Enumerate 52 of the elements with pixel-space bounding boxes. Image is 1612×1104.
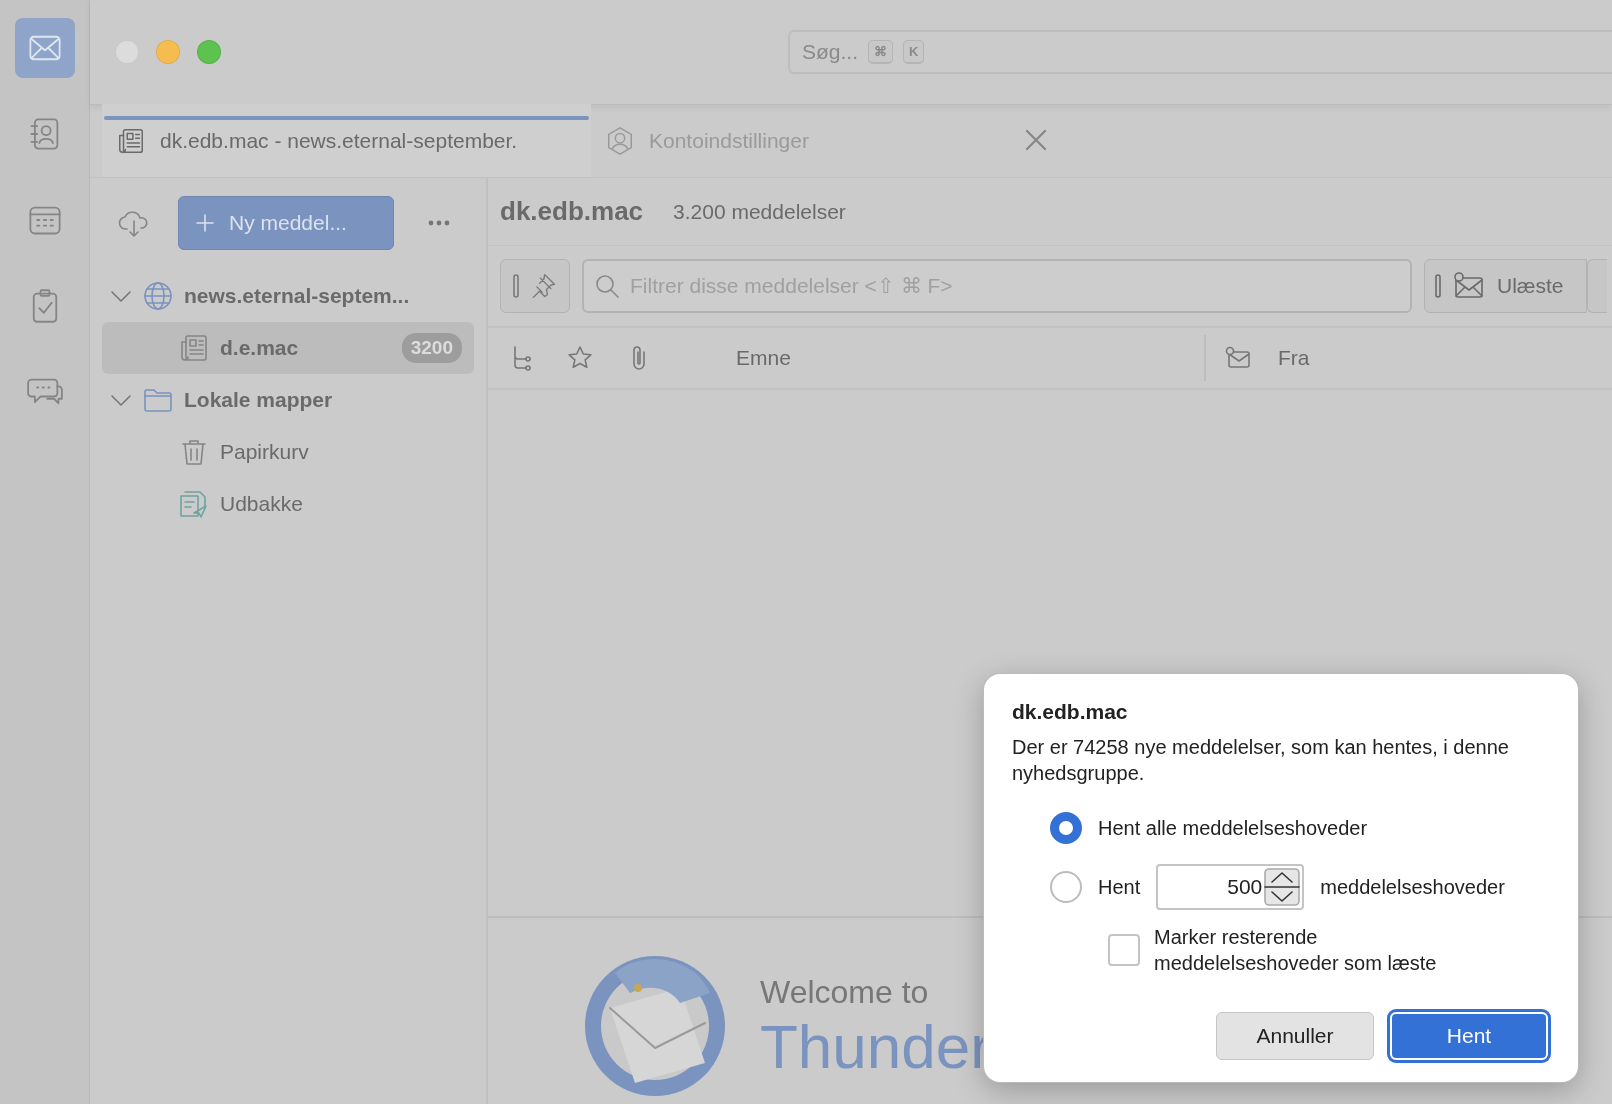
message-count: 3.200 meddelelser <box>673 198 846 225</box>
globe-icon <box>142 280 174 312</box>
column-header[interactable]: Emne <box>736 335 1206 381</box>
folder-row[interactable]: Udbakke <box>102 478 474 530</box>
option-label: Hent <box>1098 874 1141 900</box>
folder-name: news.eternal-septem... <box>184 283 410 310</box>
mail-icon <box>1453 272 1485 300</box>
unread-filter-button[interactable]: Ulæste <box>1424 259 1587 313</box>
folder-row[interactable]: news.eternal-septem... <box>102 270 474 322</box>
spinner-icon[interactable] <box>1264 867 1301 906</box>
mail-space-button[interactable] <box>14 18 75 78</box>
unread-count: 3200 <box>401 332 462 364</box>
number-field[interactable]: 500 <box>1156 863 1305 910</box>
fetch-button[interactable]: Hent <box>1390 1012 1548 1060</box>
window-minimize-button[interactable] <box>156 40 180 64</box>
handle-icon <box>513 274 519 298</box>
key-cap: K <box>903 39 925 65</box>
folder-name: Udbakke <box>220 491 303 518</box>
tab[interactable]: dk.edb.mac - news.eternal-september. <box>102 104 591 177</box>
new-message-button[interactable]: Ny meddel... <box>178 196 394 250</box>
folder-row[interactable]: Lokale mapper <box>102 374 474 426</box>
dialog-title: dk.edb.mac <box>1012 699 1129 725</box>
product-name: Thunder <box>760 1016 991 1078</box>
close-icon[interactable] <box>1025 129 1047 151</box>
folder-name: Lokale mapper <box>184 387 333 414</box>
more-icon[interactable] <box>428 220 450 226</box>
checkbox[interactable] <box>1108 933 1140 966</box>
checkbox-label: Marker resterende meddelelseshoveder som læste <box>1154 924 1438 976</box>
option-label: Hent alle meddelelseshoveder <box>1098 815 1368 841</box>
outbox-icon <box>178 488 210 520</box>
newspaper-icon <box>178 332 210 364</box>
folder-name: d.e.mac <box>220 335 299 362</box>
folder-row[interactable]: Papirkurv <box>102 426 474 478</box>
key-cap: ⌘ <box>868 39 894 65</box>
radio-button[interactable] <box>1050 811 1082 844</box>
folder-title: dk.edb.mac <box>500 195 644 228</box>
plus-icon <box>195 213 215 233</box>
search-icon <box>594 273 620 299</box>
handle-icon <box>1435 274 1441 298</box>
window-zoom-button[interactable] <box>197 40 221 64</box>
folder-row[interactable]: d.e.mac 3200 <box>102 322 474 374</box>
pin-button[interactable] <box>500 259 570 313</box>
dialog-message: Der er 74258 nye meddelelser, som kan hentes, i denne nyhedsgruppe. <box>1012 734 1510 786</box>
radio-button[interactable] <box>1050 870 1082 903</box>
filter-button[interactable] <box>1586 259 1607 313</box>
welcome-text: Welcome to <box>760 973 930 1012</box>
cancel-button[interactable]: Annuller <box>1216 1012 1374 1060</box>
account-icon <box>605 125 635 156</box>
option-label: meddelelseshoveder <box>1320 874 1505 900</box>
search-field[interactable]: Søg... ⌘ K <box>788 30 1612 74</box>
folder-name: Papirkurv <box>220 439 309 466</box>
column-header[interactable]: Fra <box>1278 342 1310 374</box>
